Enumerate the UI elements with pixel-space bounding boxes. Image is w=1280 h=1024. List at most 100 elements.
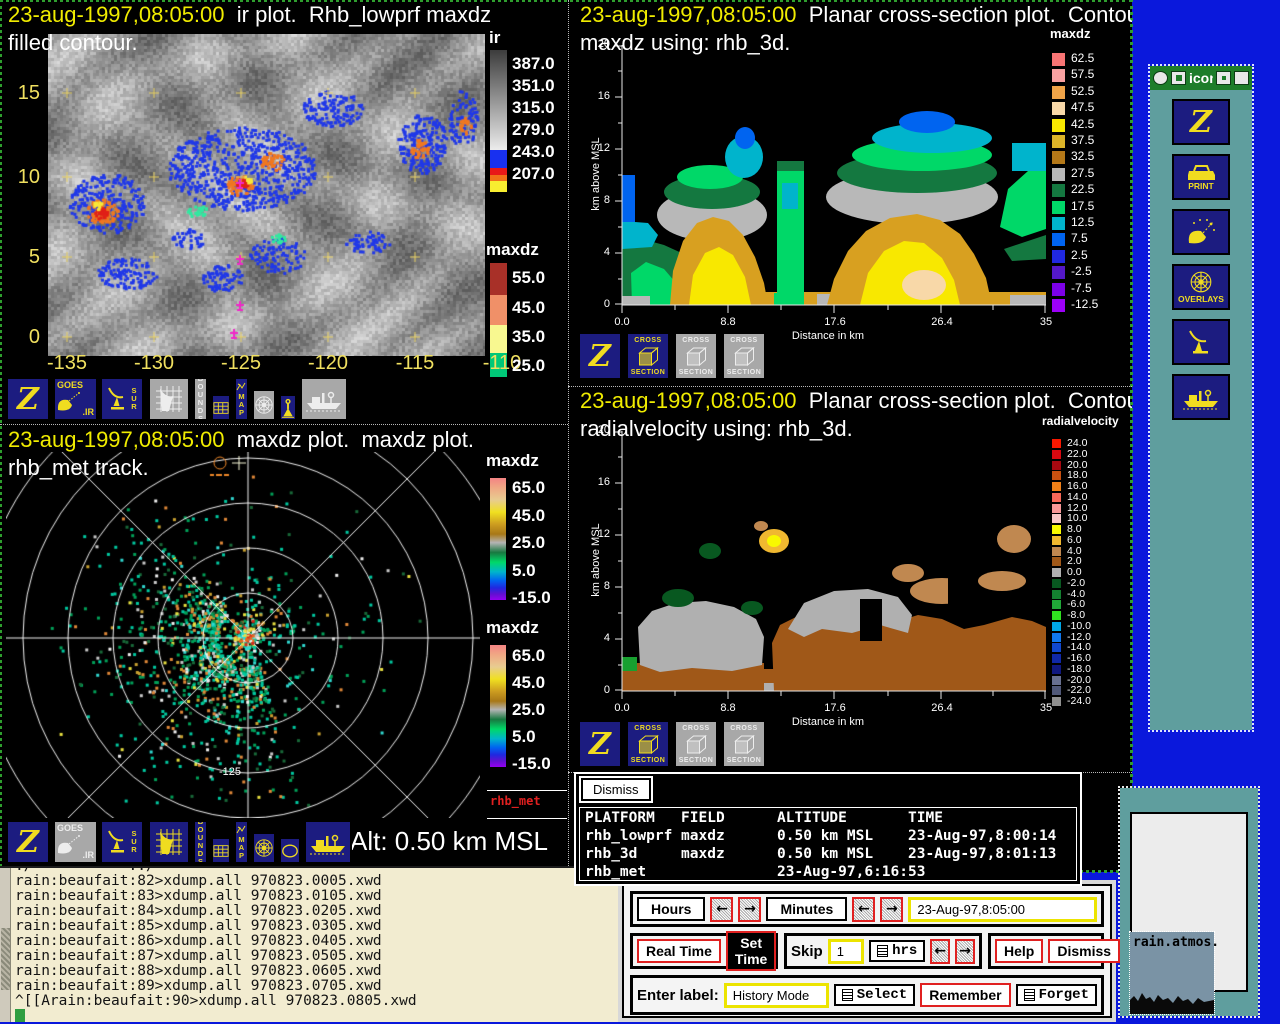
- terminal-window[interactable]: ./ ../ rain:beaufait:82>xdump.all 970823…: [0, 866, 618, 1022]
- radar-ppi-display[interactable]: [6, 452, 480, 818]
- polar-grid-overlay-button[interactable]: [252, 389, 276, 421]
- colorbar-swatch: [1052, 482, 1061, 491]
- menu-icon: [1024, 989, 1035, 1001]
- colorbar-entry: 37.5: [1052, 134, 1128, 150]
- range-ring-overlay-button[interactable]: [279, 837, 301, 864]
- ir-panel-title: 23-aug-1997,08:05:00 ir plot. Rhb_lowprf…: [8, 2, 491, 28]
- window-iconify-button[interactable]: [1216, 71, 1231, 85]
- colorbar-entry: -6.0: [1052, 599, 1128, 610]
- skip-back-button[interactable]: ←: [930, 939, 950, 964]
- zeb-menu-button[interactable]: Z: [6, 820, 50, 864]
- cross-section-plot-velocity[interactable]: [612, 431, 1048, 701]
- set-time-button[interactable]: Set Time: [726, 931, 776, 971]
- select-button[interactable]: Select: [834, 984, 915, 1006]
- grid-icon: [213, 401, 229, 415]
- colorbar-entry: 42.5: [1052, 118, 1128, 134]
- arrow-left-icon: ←: [858, 901, 870, 917]
- ship-track-overlay-button[interactable]: [300, 377, 348, 421]
- colorbar-swatch: [1052, 299, 1065, 312]
- colorbar-entry: 57.5: [1052, 68, 1128, 84]
- y-tick-label: 4: [584, 246, 610, 258]
- satellite-image[interactable]: [48, 34, 485, 356]
- help-button[interactable]: Help: [995, 939, 1043, 963]
- ppi-colorbar-tick: -15.0: [512, 754, 551, 774]
- forget-button[interactable]: Forget: [1016, 984, 1097, 1006]
- buoy-overlay-button[interactable]: [279, 394, 297, 421]
- cross-section-1-button[interactable]: CROSSSECTION: [626, 332, 670, 380]
- map-overlay-button[interactable]: M A P: [234, 377, 249, 421]
- ppi-panel-title: 23-aug-1997,08:05:00 maxdz plot. maxdz p…: [8, 427, 474, 453]
- colorbar-swatch: [1052, 611, 1061, 620]
- overlays-tool-button[interactable]: OVERLAYS: [1172, 264, 1230, 310]
- colorbar-entry: 7.5: [1052, 232, 1128, 248]
- cross-section-velocity-panel: 23-aug-1997,08:05:00 Planar cross-sectio…: [568, 386, 1132, 772]
- colorbar-swatch: [1052, 643, 1061, 652]
- surveillance-radar-icon: S U R: [107, 386, 136, 413]
- colorbar-entry: 0.0: [1052, 567, 1128, 578]
- cross-section-1-button[interactable]: CROSSSECTION: [626, 720, 670, 768]
- rain-atmos-icon-window[interactable]: rain.atmos.: [1130, 932, 1214, 1014]
- dish-tool-button[interactable]: [1172, 209, 1230, 255]
- ir-colorbar-tick: 315.0: [512, 98, 555, 118]
- dismiss-button[interactable]: Dismiss: [1048, 939, 1120, 963]
- grid-overlay-button[interactable]: [211, 837, 231, 864]
- lat-tick-label: 15: [4, 82, 40, 105]
- skip-input[interactable]: 1: [828, 939, 864, 964]
- minutes-button[interactable]: Minutes: [766, 897, 847, 921]
- skip-forward-button[interactable]: →: [955, 939, 975, 964]
- minutes-back-button[interactable]: ←: [852, 897, 875, 922]
- grid-overlay-button[interactable]: [211, 394, 231, 421]
- sur-radar-overlay-button[interactable]: S U R: [100, 820, 144, 864]
- real-time-button[interactable]: Real Time: [637, 939, 721, 963]
- sur-radar-overlay-button[interactable]: S U R: [100, 377, 144, 421]
- hours-back-button[interactable]: ←: [710, 897, 733, 922]
- cross-section-2-button[interactable]: CROSSSECTION: [674, 720, 718, 768]
- legend-line: [487, 818, 567, 819]
- xs2-title-line2: radialvelocity using: rhb_3d.: [580, 416, 853, 442]
- ship-tool-button[interactable]: [1172, 374, 1230, 420]
- map-overlay-button[interactable]: M A P: [234, 820, 249, 864]
- colorbar-entry: -12.5: [1052, 298, 1128, 314]
- x-tick-label: 17.6: [813, 316, 857, 328]
- goes-ir-overlay-button[interactable]: GOES.IR: [53, 820, 98, 864]
- cross-section-3-button[interactable]: CROSSSECTION: [722, 332, 766, 380]
- dismiss-button[interactable]: Dismiss: [581, 778, 651, 801]
- polar-grid-overlay-button[interactable]: [252, 832, 276, 864]
- terminal-scrollbar[interactable]: [0, 868, 11, 1022]
- bounds-overlay-button[interactable]: B O U N D S: [193, 820, 208, 864]
- xs1-title: 23-aug-1997,08:05:00 Planar cross-sectio…: [580, 2, 1132, 28]
- z-tool-button[interactable]: Z: [1172, 99, 1230, 145]
- hours-button[interactable]: Hours: [637, 897, 705, 921]
- print-tool-button[interactable]: PRINT: [1172, 154, 1230, 200]
- bounds-overlay-button[interactable]: B O U N D S: [193, 377, 208, 421]
- map-icon: M A P: [236, 382, 248, 417]
- grid-radar-overlay-button[interactable]: [148, 820, 190, 864]
- zeb-menu-button[interactable]: Z: [578, 332, 622, 380]
- time-input[interactable]: 23-Aug-97,8:05:00: [908, 897, 1097, 922]
- remember-button[interactable]: Remember: [920, 983, 1010, 1007]
- buoy-icon: [281, 397, 295, 419]
- ship-track-overlay-button[interactable]: [304, 820, 352, 864]
- label-input[interactable]: History Mode: [724, 983, 829, 1008]
- colorbar-entry: 22.0: [1052, 449, 1128, 460]
- minutes-forward-button[interactable]: →: [880, 897, 903, 922]
- window-resize-button[interactable]: [1234, 71, 1249, 85]
- y-tick-label: 0: [584, 684, 610, 696]
- window-menu-circle-button[interactable]: [1153, 71, 1168, 85]
- zeb-menu-button[interactable]: Z: [578, 720, 622, 768]
- zeb-logo-icon: Z: [589, 339, 611, 374]
- colorbar-swatch: [1052, 461, 1061, 470]
- window-menu-button[interactable]: [1171, 71, 1186, 85]
- goes-ir-overlay-button[interactable]: GOES.IR: [53, 377, 98, 421]
- hours-forward-button[interactable]: →: [738, 897, 761, 922]
- ppi-axis-tick: -125: [210, 766, 250, 778]
- colorbar-value: 47.5: [1071, 100, 1094, 114]
- hrs-units-button[interactable]: hrs: [869, 940, 925, 962]
- zeb-menu-button[interactable]: Z: [6, 377, 50, 421]
- scrollbar-thumb[interactable]: [1, 928, 10, 990]
- cross-section-3-button[interactable]: CROSSSECTION: [722, 720, 766, 768]
- grid-radar-overlay-button[interactable]: [148, 377, 190, 421]
- cross-section-plot-maxdz[interactable]: [612, 45, 1048, 315]
- antenna-tool-button[interactable]: [1172, 319, 1230, 365]
- cross-section-2-button[interactable]: CROSSSECTION: [674, 332, 718, 380]
